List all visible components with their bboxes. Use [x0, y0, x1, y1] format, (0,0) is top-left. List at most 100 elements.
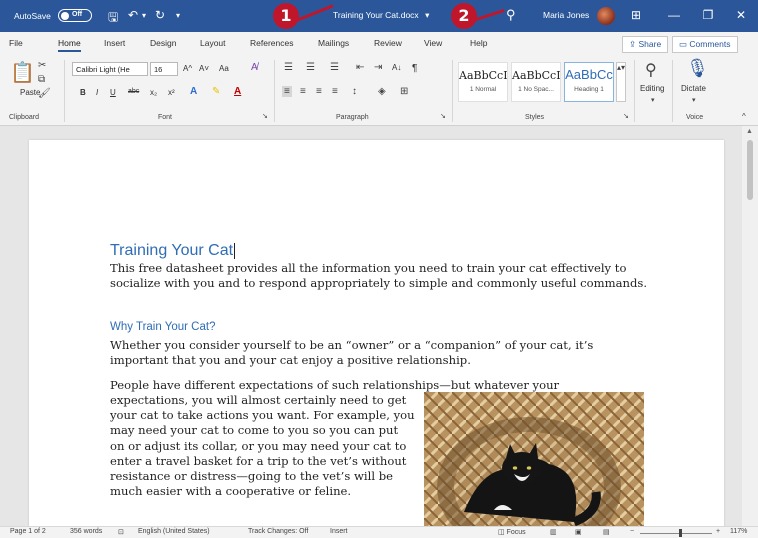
line-spacing-icon[interactable]: ↕: [352, 86, 357, 97]
align-left-icon[interactable]: ≡: [282, 86, 292, 97]
font-color-icon[interactable]: A: [234, 86, 241, 97]
bullets-icon[interactable]: ☰: [284, 62, 293, 73]
align-right-icon[interactable]: ≡: [316, 86, 322, 97]
copy-icon[interactable]: ⧉: [38, 74, 45, 85]
style-no-spacing[interactable]: AaBbCcI 1 No Spac...: [511, 62, 561, 102]
focus-button[interactable]: ◫ Focus: [498, 528, 526, 536]
clear-formatting-icon[interactable]: A̸: [251, 62, 258, 73]
justify-icon[interactable]: ≡: [332, 86, 338, 97]
tab-home[interactable]: Home: [58, 38, 81, 52]
sort-button[interactable]: A↓: [392, 63, 401, 72]
style-normal[interactable]: AaBbCcI 1 Normal: [458, 62, 508, 102]
undo-dropdown-icon[interactable]: ▾: [142, 11, 146, 20]
tab-insert[interactable]: Insert: [104, 38, 125, 48]
minimize-icon[interactable]: —: [664, 8, 684, 22]
underline-button[interactable]: U: [110, 88, 116, 97]
numbering-icon[interactable]: ☰: [306, 62, 315, 73]
read-mode-icon[interactable]: ▥: [550, 528, 557, 536]
dictate-dropdown-icon[interactable]: ▾: [692, 96, 696, 104]
track-changes-status[interactable]: Track Changes: Off: [248, 528, 308, 535]
close-icon[interactable]: ✕: [731, 8, 751, 22]
web-layout-icon[interactable]: ▤: [603, 528, 610, 536]
vertical-scrollbar[interactable]: ▲: [742, 126, 758, 526]
borders-icon[interactable]: ⊞: [400, 86, 408, 97]
shading-icon[interactable]: ◈: [378, 86, 386, 97]
ribbon-display-options-icon[interactable]: ⊞: [626, 8, 646, 22]
paragraph-dialog-launcher-icon[interactable]: ↘: [440, 112, 446, 120]
align-center-icon[interactable]: ≡: [300, 86, 306, 97]
document-title[interactable]: Training Your Cat.docx ▾: [333, 10, 429, 21]
redo-icon[interactable]: ↻: [155, 8, 165, 22]
page-count[interactable]: Page 1 of 2: [10, 528, 46, 535]
style-no-spacing-sample: AaBbCcI: [512, 69, 561, 82]
font-name-box[interactable]: Calibri Light (He: [72, 62, 148, 76]
zoom-slider[interactable]: [640, 533, 712, 534]
subscript-button[interactable]: x₂: [150, 88, 157, 97]
undo-icon[interactable]: ↶: [128, 8, 138, 22]
tab-design[interactable]: Design: [150, 38, 176, 48]
tab-layout[interactable]: Layout: [200, 38, 226, 48]
print-layout-icon[interactable]: ▣: [575, 528, 582, 536]
user-name[interactable]: Maria Jones: [543, 10, 589, 20]
decrease-indent-icon[interactable]: ⇤: [356, 62, 364, 73]
avatar[interactable]: [597, 7, 615, 25]
doc-paragraph-3-line-1[interactable]: People have different expectations of su…: [110, 378, 670, 393]
multilevel-list-icon[interactable]: ☰: [330, 62, 339, 73]
shrink-font-button[interactable]: A˅: [199, 64, 209, 73]
grow-font-button[interactable]: A^: [183, 64, 192, 73]
tab-references[interactable]: References: [250, 38, 293, 48]
increase-indent-icon[interactable]: ⇥: [374, 62, 382, 73]
find-icon[interactable]: ⚲: [645, 60, 657, 80]
zoom-slider-thumb[interactable]: [679, 529, 682, 537]
strikethrough-button[interactable]: abc: [128, 88, 139, 95]
share-button[interactable]: ⇪ Share: [622, 36, 669, 53]
proofing-icon[interactable]: ⊡: [118, 528, 124, 536]
doc-heading-title[interactable]: Training Your Cat: [110, 242, 236, 260]
styles-scroll-icon[interactable]: ▴▾: [616, 62, 626, 102]
autosave-toggle[interactable]: Off: [58, 9, 92, 22]
highlight-icon[interactable]: ✎: [212, 86, 220, 97]
dictate-label[interactable]: Dictate: [681, 84, 706, 93]
superscript-button[interactable]: x²: [168, 88, 175, 97]
zoom-level[interactable]: 117%: [730, 528, 747, 535]
restore-icon[interactable]: ❐: [698, 8, 718, 22]
tab-review[interactable]: Review: [374, 38, 402, 48]
save-icon[interactable]: 🖫: [108, 8, 118, 29]
doc-heading-2[interactable]: Why Train Your Cat?: [110, 321, 215, 333]
collapse-ribbon-icon[interactable]: ^: [742, 112, 746, 121]
tab-file[interactable]: File: [9, 38, 23, 48]
show-formatting-button[interactable]: ¶: [412, 63, 417, 74]
comments-button[interactable]: ▭ Comments: [672, 36, 738, 53]
tab-help[interactable]: Help: [470, 38, 487, 48]
zoom-in-icon[interactable]: +: [716, 528, 720, 535]
scroll-up-icon[interactable]: ▲: [746, 128, 753, 135]
font-size-box[interactable]: 16: [150, 62, 178, 76]
word-count[interactable]: 356 words: [70, 528, 102, 535]
customize-toolbar-icon[interactable]: ▾: [176, 11, 180, 20]
editing-dropdown-icon[interactable]: ▾: [651, 96, 655, 104]
doc-paragraph-3[interactable]: expectations, you will almost certainly …: [110, 393, 415, 499]
tab-view[interactable]: View: [424, 38, 442, 48]
italic-button[interactable]: I: [96, 88, 98, 97]
tab-mailings[interactable]: Mailings: [318, 38, 349, 48]
zoom-out-icon[interactable]: −: [630, 528, 634, 535]
change-case-button[interactable]: Aa: [219, 64, 229, 73]
doc-paragraph-intro[interactable]: This free datasheet provides all the inf…: [110, 261, 650, 291]
bold-button[interactable]: B: [80, 88, 86, 97]
styles-dialog-launcher-icon[interactable]: ↘: [623, 112, 629, 120]
document-page[interactable]: Training Your Cat This free datasheet pr…: [29, 140, 724, 538]
insert-mode-status[interactable]: Insert: [330, 528, 348, 535]
doc-paragraph-2[interactable]: Whether you consider yourself to be an “…: [110, 338, 640, 368]
text-effects-icon[interactable]: A: [190, 86, 197, 97]
format-painter-icon[interactable]: 🖌: [38, 88, 51, 99]
scroll-thumb[interactable]: [747, 140, 753, 200]
language-status[interactable]: English (United States): [138, 528, 210, 535]
cat-in-basket-image[interactable]: [424, 392, 644, 538]
paste-icon[interactable]: 📋: [10, 60, 35, 85]
editing-label[interactable]: Editing: [640, 84, 664, 93]
cut-icon[interactable]: ✂: [38, 60, 46, 71]
style-heading-1[interactable]: AaBbCc Heading 1: [564, 62, 614, 102]
microphone-icon[interactable]: 🎙: [686, 58, 709, 79]
font-dialog-launcher-icon[interactable]: ↘: [262, 112, 268, 120]
search-icon[interactable]: ⚲: [506, 7, 516, 23]
